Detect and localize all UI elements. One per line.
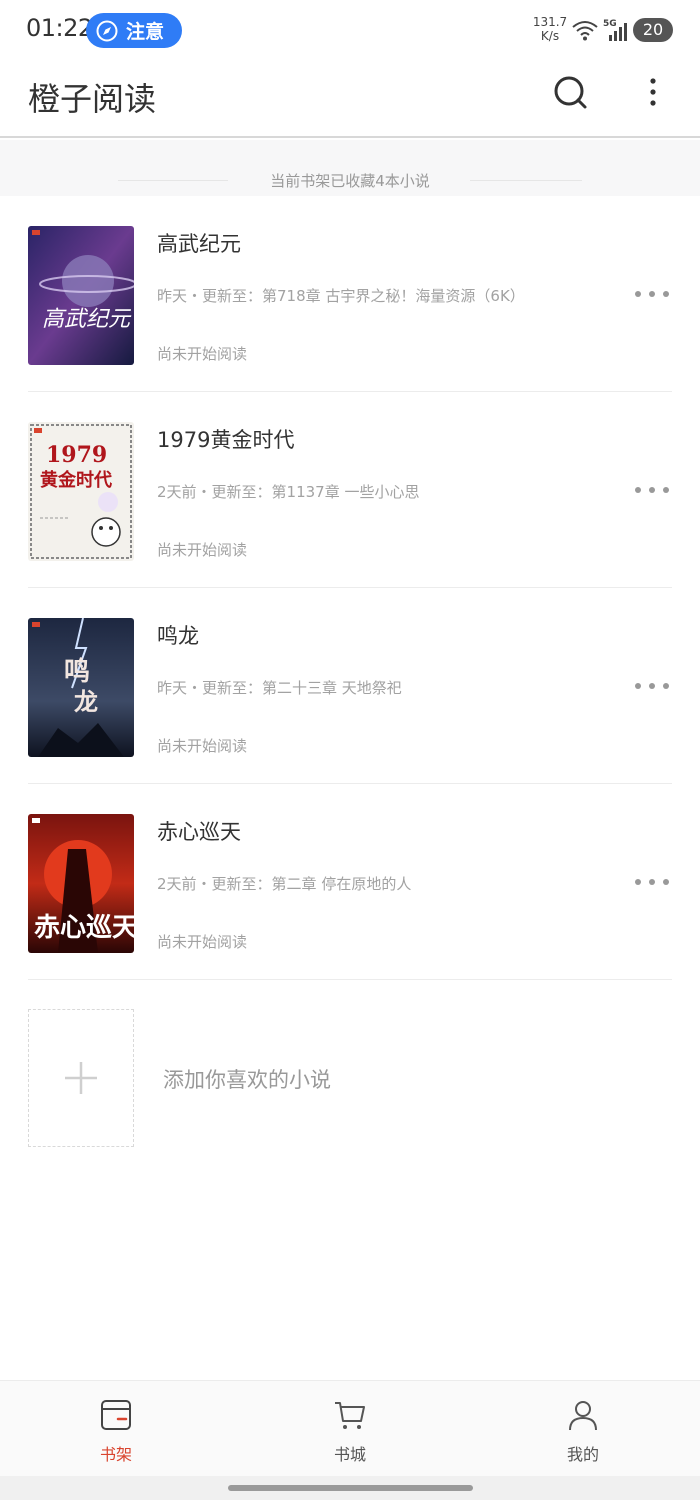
svg-text:黄金时代: 黄金时代: [40, 469, 112, 491]
book-update-info: 昨天・更新至：第718章 古宇界之秘！海量资源（6K）: [157, 287, 525, 305]
signal-5g-icon: 5G: [603, 19, 627, 41]
more-horizontal-icon[interactable]: [634, 288, 670, 300]
book-title: 鸣龙: [157, 624, 199, 648]
svg-text:龙: 龙: [74, 687, 98, 716]
nav-item-bookstore[interactable]: 书城: [290, 1381, 410, 1477]
nav-label-mine: 我的: [566, 1445, 599, 1464]
book-update-info: 2天前・更新至：第二章 停在原地的人: [157, 875, 412, 893]
nav-label-bookshelf: 书架: [99, 1445, 132, 1464]
shelf-summary: 当前书架已收藏4本小说: [0, 140, 700, 196]
book-read-status: 尚未开始阅读: [157, 737, 248, 755]
book-title: 1979黄金时代: [157, 428, 295, 452]
divider: [470, 180, 582, 181]
svg-text:5G: 5G: [603, 19, 617, 29]
bottom-nav: 书架 书城 我的: [0, 1380, 700, 1476]
book-title: 高武纪元: [157, 232, 241, 256]
cart-icon: [335, 1402, 365, 1429]
app-header: 橙子阅读: [0, 60, 700, 138]
compass-icon: [96, 20, 118, 41]
shelf-summary-text: 当前书架已收藏4本小说: [270, 172, 430, 190]
book-cover-image: 赤心巡天: [28, 814, 134, 953]
svg-text:高武纪元: 高武纪元: [42, 307, 132, 332]
book-title: 赤心巡天: [157, 820, 241, 844]
book-list: 高武纪元 高武纪元 昨天・更新至：第718章 古宇界之秘！海量资源（6K） 尚未…: [0, 196, 700, 980]
bookshelf-icon: [101, 1400, 131, 1430]
home-indicator: [0, 1476, 700, 1500]
book-read-status: 尚未开始阅读: [157, 933, 248, 951]
book-cover-image: 鸣 龙: [28, 618, 134, 757]
book-cover-image: 1979 黄金时代: [28, 422, 134, 561]
book-update-info: 昨天・更新至：第二十三章 天地祭祀: [157, 679, 402, 697]
notice-label: 注意: [126, 21, 165, 43]
user-icon: [569, 1401, 597, 1431]
book-read-status: 尚未开始阅读: [157, 345, 248, 363]
status-time: 01:22: [26, 14, 93, 42]
book-item[interactable]: 高武纪元 高武纪元 昨天・更新至：第718章 古宇界之秘！海量资源（6K） 尚未…: [28, 196, 672, 392]
svg-text:赤心巡天: 赤心巡天: [34, 913, 134, 943]
book-cover[interactable]: 鸣 龙: [28, 618, 134, 757]
add-novel-button[interactable]: [28, 1009, 134, 1147]
wifi-icon: [572, 21, 598, 41]
nav-label-bookstore: 书城: [333, 1445, 366, 1464]
book-read-status: 尚未开始阅读: [157, 541, 248, 559]
search-icon[interactable]: [552, 74, 588, 110]
app-title: 橙子阅读: [28, 80, 157, 118]
book-update-info: 2天前・更新至：第1137章 一些小心思: [157, 483, 420, 501]
home-bar[interactable]: [228, 1485, 473, 1491]
svg-text:鸣: 鸣: [64, 656, 90, 687]
notice-badge[interactable]: 注意: [86, 13, 182, 48]
network-speed: 131.7 K/s: [531, 15, 569, 43]
nav-item-mine[interactable]: 我的: [523, 1381, 643, 1477]
status-bar: 01:22 注意 131.7 K/s 5G 20: [0, 0, 700, 60]
nav-item-bookshelf[interactable]: 书架: [56, 1381, 176, 1477]
book-cover[interactable]: 1979 黄金时代: [28, 422, 134, 561]
more-horizontal-icon[interactable]: [634, 680, 670, 692]
book-item[interactable]: 1979 黄金时代 1979黄金时代 2天前・更新至：第1137章 一些小心思 …: [28, 392, 672, 588]
add-novel-row[interactable]: 添加你喜欢的小说: [28, 1009, 672, 1147]
book-cover[interactable]: 高武纪元: [28, 226, 134, 365]
more-horizontal-icon[interactable]: [634, 484, 670, 496]
more-horizontal-icon[interactable]: [634, 876, 670, 888]
book-item[interactable]: 鸣 龙 鸣龙 昨天・更新至：第二十三章 天地祭祀 尚未开始阅读: [28, 588, 672, 784]
plus-icon: [65, 1062, 97, 1094]
book-item[interactable]: 赤心巡天 赤心巡天 2天前・更新至：第二章 停在原地的人 尚未开始阅读: [28, 784, 672, 980]
network-speed-unit: K/s: [540, 29, 560, 43]
more-vertical-icon[interactable]: [640, 74, 666, 110]
add-novel-label: 添加你喜欢的小说: [163, 1068, 331, 1092]
book-cover-image: 高武纪元: [28, 226, 134, 365]
svg-text:1979: 1979: [46, 442, 107, 468]
book-cover[interactable]: 赤心巡天: [28, 814, 134, 953]
battery-level: 20: [633, 18, 673, 42]
network-speed-value: 131.7: [532, 15, 568, 29]
